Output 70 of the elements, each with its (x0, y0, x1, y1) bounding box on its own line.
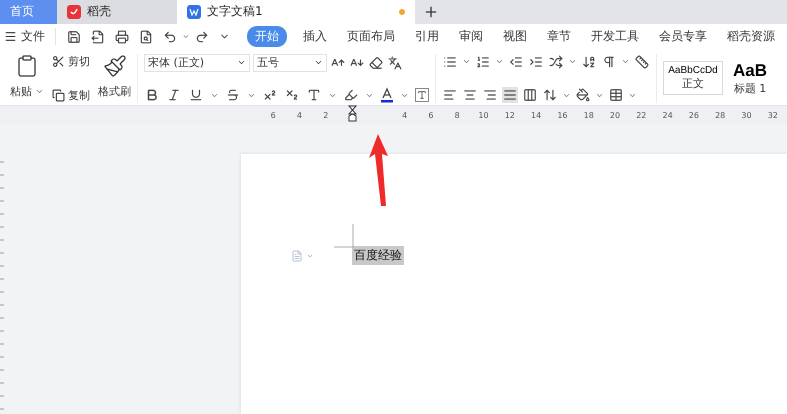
tab-label: 首页 (10, 3, 34, 20)
strikethrough-icon[interactable] (225, 87, 241, 103)
ruler-number: 12 (504, 110, 516, 120)
ruler-number: 16 (556, 110, 568, 120)
align-icon[interactable] (502, 87, 518, 103)
ribbon-tab[interactable]: 审阅 (451, 26, 491, 48)
phonetic-guide-icon[interactable] (387, 54, 403, 71)
font-color-icon[interactable] (380, 87, 394, 103)
ribbon-tab[interactable]: 插入 (295, 26, 335, 48)
ruler-number: 26 (688, 110, 700, 120)
font-family-select[interactable]: 宋体 (正文) (144, 54, 250, 72)
underline-icon[interactable] (188, 87, 204, 103)
ribbon-tab[interactable]: 页面布局 (339, 26, 403, 48)
ribbon-tab[interactable]: 视图 (495, 26, 535, 48)
ruler-number: 8 (454, 110, 461, 120)
ruler-number: 22 (635, 110, 648, 120)
ruler-number: 18 (582, 110, 595, 120)
cut-button[interactable]: 剪切 (52, 54, 90, 69)
docer-logo-icon (67, 4, 81, 19)
ruler-number: 20 (608, 110, 622, 120)
writer-logo-icon (187, 4, 201, 19)
style-sample: AaB (732, 60, 767, 81)
ribbon-tab[interactable]: 稻壳资源 (719, 26, 783, 48)
style-name: 正文 (682, 76, 704, 92)
ruler-number: 30 (740, 110, 753, 120)
copy-icon (52, 89, 65, 102)
style-preset[interactable]: AaBbCcDd 正文 (663, 61, 723, 96)
style-name: 标题 1 (734, 80, 766, 96)
ruler-number: 14 (530, 110, 542, 120)
ruler-icon[interactable] (634, 54, 650, 70)
margin-corner-mark (334, 224, 354, 248)
document-tab[interactable]: 稻壳 (57, 0, 177, 24)
shading-icon[interactable] (575, 87, 591, 103)
align-icon[interactable] (522, 87, 538, 103)
style-sample: AaBbCcDd (668, 65, 718, 76)
ruler-number: 32 (766, 110, 779, 120)
ribbon-tab[interactable]: 章节 (539, 26, 579, 48)
borders-icon[interactable] (608, 87, 624, 103)
ruler-number: 28 (714, 110, 726, 120)
menu-icon (4, 30, 17, 44)
format-painter-button[interactable]: 格式刷 (98, 54, 131, 103)
copy-button[interactable]: 复制 (52, 88, 90, 103)
ruler-number: 2 (322, 110, 330, 120)
style-preset[interactable]: AaB 标题 1 (725, 56, 775, 100)
shuffle-icon[interactable] (548, 54, 564, 70)
ruler-number: 6 (270, 110, 277, 120)
ruler-number: 4 (401, 110, 408, 120)
font-size-select[interactable]: 五号 (253, 54, 327, 72)
document-text: 百度经验 (352, 246, 404, 265)
character-border-icon[interactable] (415, 88, 429, 102)
file-menu[interactable]: 文件 (4, 28, 56, 46)
scissors-icon (52, 54, 65, 68)
plus-icon (423, 4, 439, 20)
highlighter-icon[interactable] (343, 87, 359, 103)
eraser-icon[interactable] (368, 54, 384, 71)
line-spacing-icon[interactable] (542, 87, 558, 103)
paintbrush-icon (102, 54, 126, 78)
paste-button[interactable]: 粘贴 (10, 54, 44, 103)
indent-marker-icon[interactable] (348, 105, 357, 123)
document-tab[interactable]: 文字文稿1 (177, 0, 415, 24)
ruler-number: 4 (296, 110, 303, 120)
ruler-number: 24 (662, 110, 674, 120)
text-effect-icon[interactable] (306, 87, 322, 103)
ribbon-tab[interactable]: 引用 (407, 26, 447, 48)
tab-label: 文字文稿1 (207, 3, 263, 20)
ribbon-tab[interactable]: 会员专享 (651, 26, 715, 48)
ruler-number: 6 (427, 110, 434, 120)
ruler-number: 10 (477, 110, 490, 120)
tab-label: 稻壳 (87, 3, 111, 20)
ribbon-tab[interactable]: 开发工具 (583, 26, 647, 48)
